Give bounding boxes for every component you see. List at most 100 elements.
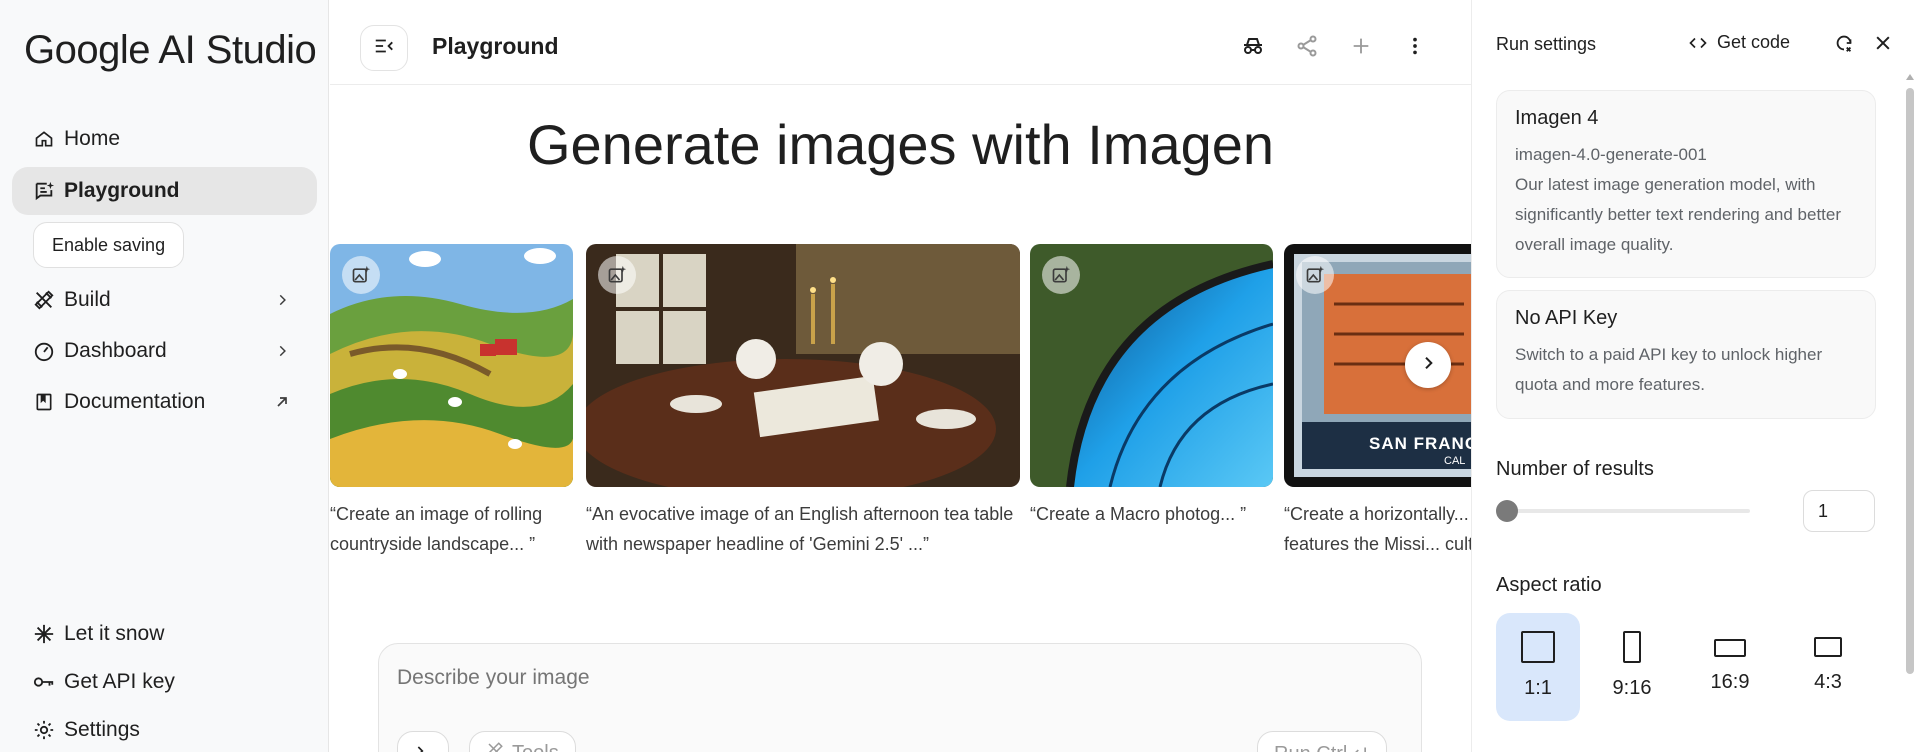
external-link-icon <box>271 391 293 413</box>
countryside-image[interactable] <box>330 244 573 487</box>
sidebar-item-home[interactable]: Home <box>12 115 317 163</box>
api-key-title: No API Key <box>1515 307 1618 329</box>
scroll-up-arrow[interactable] <box>1905 72 1915 82</box>
sidebar-item-label: Home <box>64 127 121 150</box>
model-name: Imagen 4 <box>1515 107 1599 129</box>
portrait-ratio-icon <box>1623 613 1641 669</box>
image-edit-icon <box>342 256 380 294</box>
share-icon <box>1295 34 1319 63</box>
aspect-option-label: 9:16 <box>1612 677 1652 699</box>
settings-button[interactable]: Settings <box>32 718 140 742</box>
key-icon <box>32 670 56 694</box>
tea-table-image[interactable] <box>586 244 1020 487</box>
stamp-subtext: CAL <box>1444 455 1465 467</box>
home-icon <box>32 127 56 151</box>
playground-icon <box>32 179 56 203</box>
share-button[interactable] <box>1293 34 1321 62</box>
toggle-sidebar-button[interactable] <box>360 25 408 71</box>
get-code-button[interactable]: Get code <box>1687 32 1790 53</box>
snowflake-icon <box>32 622 56 646</box>
card-caption: “An evocative image of an English aftern… <box>586 504 1014 554</box>
run-settings-panel: Run settings Get code Imagen 4 imagen-4.… <box>1471 0 1919 752</box>
sidebar-item-documentation[interactable]: Documentation <box>12 378 317 426</box>
butterfly-wing-image[interactable] <box>1030 244 1273 487</box>
get-api-key-button[interactable]: Get API key <box>32 670 175 694</box>
build-icon <box>32 288 56 312</box>
card-caption: “Create a Macro photog... ” <box>1030 504 1247 524</box>
close-icon <box>1873 33 1893 58</box>
gallery-card[interactable]: SAN FRANCI CAL “Create a horizontally...… <box>1284 244 1471 559</box>
aspect-option-label: 1:1 <box>1524 677 1552 699</box>
sidebar-item-build[interactable]: Build <box>12 276 317 324</box>
chevron-right-icon <box>271 340 293 362</box>
settings-label: Settings <box>64 718 140 741</box>
plus-icon <box>1350 35 1372 62</box>
menu-collapse-icon <box>373 35 395 62</box>
sidebar: Google AI Studio Home Playground Enable … <box>0 0 329 752</box>
sidebar-item-playground[interactable]: Playground <box>12 167 317 215</box>
sidebar-item-label: Playground <box>64 179 180 202</box>
gallery-next-button[interactable] <box>1405 342 1451 388</box>
image-edit-icon <box>1296 256 1334 294</box>
sidebar-item-label: Build <box>64 288 111 311</box>
card-caption: “Create a horizontally... that features … <box>1284 504 1471 554</box>
landscape-ratio-icon <box>1714 613 1746 669</box>
card-caption: “Create an image of rolling countryside … <box>330 504 543 554</box>
let-it-snow-label: Let it snow <box>64 622 165 645</box>
incognito-icon <box>1241 34 1265 63</box>
let-it-snow-button[interactable]: Let it snow <box>32 622 164 646</box>
sidebar-item-dashboard[interactable]: Dashboard <box>12 327 317 375</box>
headline: Generate images with Imagen <box>526 113 1275 176</box>
model-selector[interactable]: Imagen 4 imagen-4.0-generate-001 Our lat… <box>1496 90 1876 278</box>
panel-title: Run settings <box>1496 34 1597 54</box>
api-key-card[interactable]: No API Key Switch to a paid API key to u… <box>1496 290 1876 419</box>
model-description: Our latest image generation model, with … <box>1515 175 1842 254</box>
results-count-input[interactable] <box>1803 490 1875 532</box>
image-edit-icon <box>1042 256 1080 294</box>
reset-settings-icon <box>1833 32 1855 59</box>
aspect-option-1-1[interactable]: 1:1 <box>1496 613 1580 721</box>
aspect-option-4-3[interactable]: 4:3 <box>1786 613 1870 721</box>
app-logo[interactable]: Google AI Studio <box>24 28 317 73</box>
prompt-input[interactable] <box>397 666 1297 690</box>
insert-button[interactable] <box>397 731 449 752</box>
get-code-label: Get code <box>1717 32 1791 52</box>
close-panel-button[interactable] <box>1870 32 1896 58</box>
incognito-button[interactable] <box>1239 34 1267 62</box>
stamp-text: SAN FRANCI <box>1369 434 1471 453</box>
results-slider-thumb[interactable] <box>1496 500 1518 522</box>
gallery-card[interactable]: “Create a Macro photog... ” <box>1030 244 1273 529</box>
model-id: imagen-4.0-generate-001 <box>1515 145 1707 164</box>
tools-label: Tools <box>512 742 559 752</box>
gallery-card[interactable]: “Create an image of rolling countryside … <box>330 244 573 559</box>
reset-button[interactable] <box>1831 32 1857 58</box>
aspect-option-label: 16:9 <box>1710 671 1750 693</box>
run-button[interactable]: Run Ctrl ↵ <box>1257 731 1387 752</box>
sidebar-item-label: Documentation <box>64 390 206 413</box>
get-api-key-label: Get API key <box>64 670 175 693</box>
dashboard-icon <box>32 339 56 363</box>
standard-ratio-icon <box>1814 613 1842 669</box>
panel-scrollbar-thumb[interactable] <box>1906 88 1914 674</box>
chevron-right-icon <box>1420 355 1436 376</box>
page-title: Playground <box>432 33 559 59</box>
more-options-button[interactable] <box>1401 34 1429 62</box>
enable-saving-button[interactable]: Enable saving <box>33 222 185 268</box>
aspect-option-9-16[interactable]: 9:16 <box>1590 613 1674 721</box>
gear-icon <box>32 718 56 742</box>
aspect-ratio-label: Aspect ratio <box>1496 574 1602 596</box>
gallery-card[interactable]: “An evocative image of an English aftern… <box>586 244 1020 559</box>
code-icon <box>1687 34 1709 52</box>
sidebar-item-label: Dashboard <box>64 339 167 362</box>
chevron-right-icon <box>271 289 293 311</box>
image-edit-icon <box>598 256 636 294</box>
aspect-option-label: 4:3 <box>1814 671 1842 693</box>
square-ratio-icon <box>1521 613 1555 669</box>
aspect-option-16-9[interactable]: 16:9 <box>1688 613 1772 721</box>
documentation-icon <box>32 390 56 414</box>
new-chat-button[interactable] <box>1347 34 1375 62</box>
number-of-results-label: Number of results <box>1496 458 1654 480</box>
results-slider-track[interactable] <box>1502 509 1750 513</box>
tools-button[interactable]: Tools <box>469 731 576 752</box>
prompt-composer: Tools Run Ctrl ↵ <box>378 643 1422 752</box>
